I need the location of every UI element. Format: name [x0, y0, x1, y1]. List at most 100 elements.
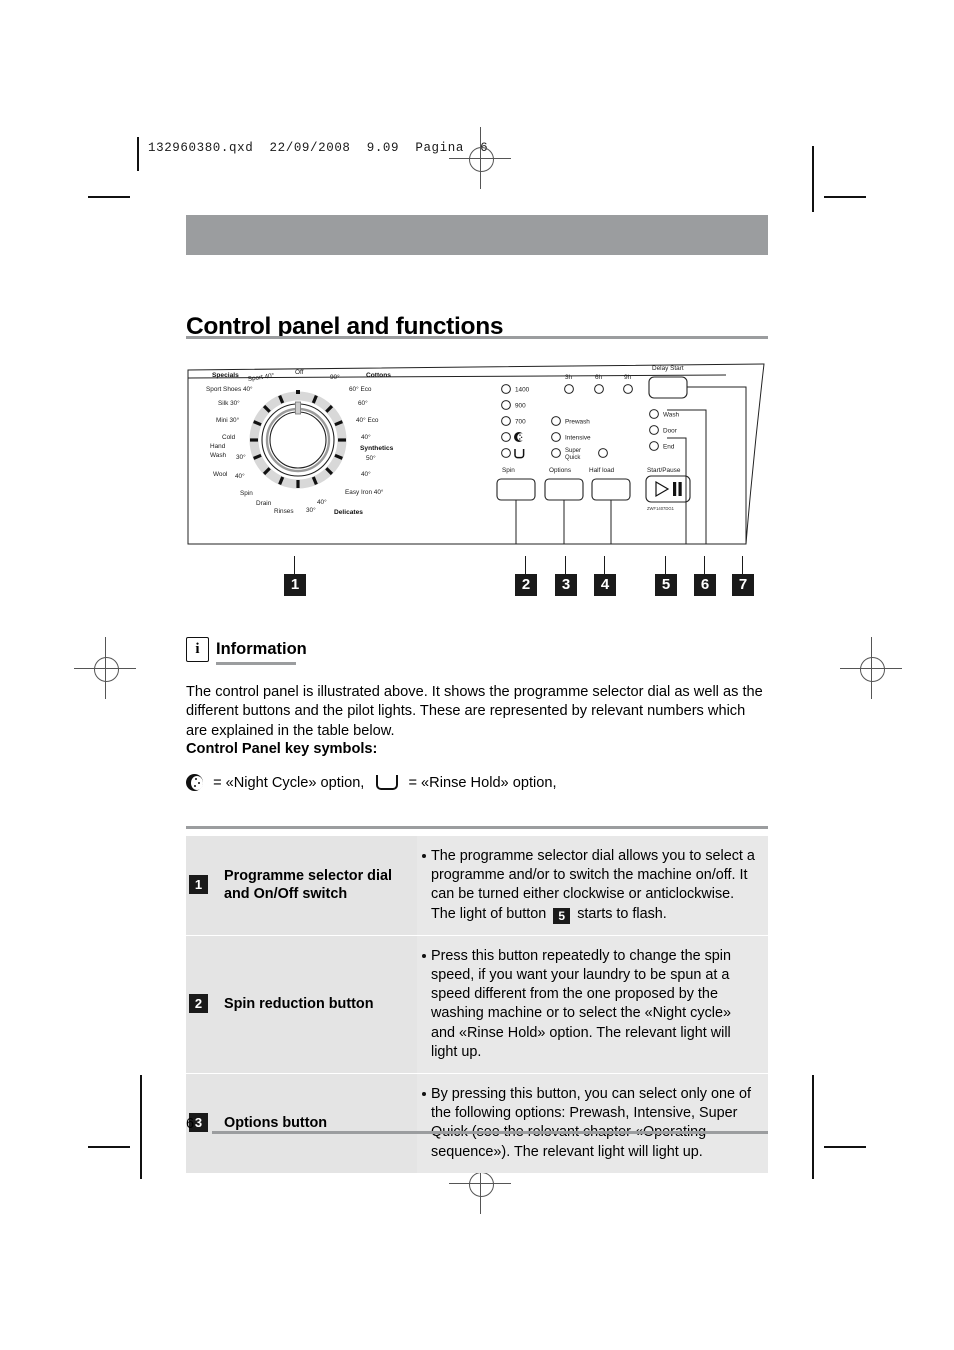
- option-label-prewash: Prewash: [565, 419, 590, 426]
- dial-group-synthetics: Synthetics: [360, 445, 394, 452]
- callout-stem-2: [525, 556, 527, 574]
- night-cycle-text: = «Night Cycle» option,: [213, 774, 365, 791]
- top-gray-banner: [186, 215, 768, 255]
- rinse-hold-icon: [514, 449, 525, 459]
- dial-label-handwash-30: 30°: [236, 453, 246, 461]
- row-number-1: 1: [189, 875, 208, 895]
- table-row: 2 Spin reduction button Press this butto…: [186, 935, 768, 1075]
- half-load-button: [591, 478, 631, 501]
- dial-label-30: 30°: [306, 506, 316, 514]
- title-rule: [186, 336, 768, 339]
- delay-label-6h: 6h: [595, 374, 603, 381]
- dial-label-rinses: Rinses: [274, 508, 294, 515]
- dial-label-50: 50°: [366, 454, 376, 462]
- status-label-wash: Wash: [663, 412, 680, 419]
- callout-stem-6: [704, 556, 706, 574]
- dial-label-40c: 40°: [361, 470, 371, 478]
- dial-label-off: Off: [295, 369, 304, 376]
- spin-indicator-group: 1400 900 700 Spin: [501, 384, 530, 474]
- crop-mark-tl-h: [88, 196, 130, 198]
- model-code: ZWF1407DG1: [647, 506, 675, 511]
- half-load-label: Half load: [589, 467, 615, 474]
- crop-mark-br-h: [824, 1146, 866, 1148]
- dial-label-40d: 40°: [317, 498, 327, 506]
- crop-mark-bl-h: [88, 1146, 130, 1148]
- spin-group-label: Spin: [502, 467, 515, 474]
- dial-group-cottons: Cottons: [366, 372, 391, 379]
- dial-label-sport40: Sport 40°: [247, 371, 275, 383]
- row-number-cell: 1: [186, 836, 212, 935]
- callout-number-7: 7: [732, 574, 754, 596]
- dial-group-delicates: Delicates: [334, 509, 363, 516]
- row-label-1: Programme selector dial and On/Off switc…: [212, 836, 417, 935]
- options-group-label: Options: [549, 467, 571, 474]
- rinse-hold-icon: [376, 775, 399, 790]
- row-number-2: 2: [189, 994, 208, 1014]
- dial-label-drain: Drain: [256, 500, 272, 507]
- half-load-group: Half load: [589, 448, 615, 474]
- status-label-door: Door: [663, 428, 678, 435]
- callout-number-4: 4: [594, 574, 616, 596]
- row-desc-part2: starts to flash.: [577, 905, 667, 922]
- key-symbols-line: = «Night Cycle» option, = «Rinse Hold» o…: [186, 774, 770, 800]
- dial-label-cold: Cold: [222, 434, 236, 441]
- control-panel-illustration: .lbl{font-family:"Liberation Sans",sans-…: [186, 348, 768, 556]
- option-label-intensive: Intensive: [565, 435, 591, 442]
- dial-label-wool: Wool: [213, 471, 227, 478]
- info-icon: i: [186, 637, 209, 662]
- header-rule: [137, 137, 139, 171]
- information-title: Information: [216, 640, 307, 658]
- information-underline: [216, 662, 296, 666]
- dial-group-specials: Specials: [212, 372, 239, 379]
- crop-mark-tr-v: [812, 146, 814, 212]
- callout-stem-1: [294, 556, 296, 574]
- row-desc-2: Press this button repeatedly to change t…: [431, 947, 731, 1060]
- row-label-3: Options button: [212, 1074, 417, 1173]
- start-pause-label: Start/Pause: [647, 467, 681, 474]
- registration-mark-left: [74, 637, 136, 699]
- callout-stem-3: [565, 556, 567, 574]
- delay-start-title: Delay Start: [652, 365, 684, 372]
- delay-label-3h: 3h: [565, 374, 573, 381]
- delay-start-group: 3h 6h 9h Delay Start: [564, 365, 688, 399]
- option-label-superquick-1: Super: [565, 448, 581, 454]
- inline-badge-5: 5: [553, 907, 571, 924]
- dial-label-mini30: Mini 30°: [216, 416, 240, 424]
- callout-number-2: 2: [515, 574, 537, 596]
- row-description-3: By pressing this button, you can select …: [417, 1074, 768, 1173]
- information-body: The control panel is illustrated above. …: [186, 683, 763, 739]
- table-row: 3 Options button By pressing this button…: [186, 1074, 768, 1173]
- night-cycle-icon: [514, 432, 525, 442]
- option-label-superquick-2: Quick: [565, 455, 581, 461]
- dial-label-handwash-1: Hand: [210, 443, 226, 450]
- row-number-cell: 2: [186, 935, 212, 1074]
- bullet-icon: [422, 854, 426, 858]
- dial-label-sportshoes40: Sport Shoes 40°: [206, 385, 253, 393]
- callout-stem-7: [742, 556, 744, 574]
- dial-label-40b: 40°: [361, 433, 371, 441]
- delay-label-9h: 9h: [624, 374, 632, 381]
- rinse-hold-text: = «Rinse Hold» option,: [408, 774, 557, 791]
- callout-number-3: 3: [555, 574, 577, 596]
- registration-mark-top: [449, 127, 511, 189]
- footer-rule: [212, 1131, 768, 1134]
- bullet-icon: [422, 953, 426, 958]
- callout-stem-5: [665, 556, 667, 574]
- start-pause-button: [645, 475, 691, 503]
- table-row: 1 Programme selector dial and On/Off swi…: [186, 836, 768, 936]
- crop-mark-bl-v: [140, 1075, 142, 1179]
- page-number: 6: [186, 1116, 195, 1132]
- row-desc-3: By pressing this button, you can select …: [431, 1086, 751, 1160]
- row-description-2: Press this button repeatedly to change t…: [417, 935, 768, 1074]
- options-indicator-group: Prewash Intensive Super Quick Options: [549, 416, 591, 474]
- night-cycle-icon: [186, 774, 203, 791]
- spin-label-700: 700: [515, 419, 526, 426]
- dial-label-40eco: 40° Eco: [356, 416, 379, 424]
- dial-label-easyiron40: Easy Iron 40°: [345, 488, 384, 496]
- key-symbols-heading: Control Panel key symbols:: [186, 741, 378, 757]
- row-description-1: The programme selector dial allows you t…: [417, 836, 768, 935]
- dial-label-wool40: 40°: [235, 472, 245, 480]
- dial-label-handwash-2: Wash: [210, 452, 227, 459]
- functions-table: 1 Programme selector dial and On/Off swi…: [186, 826, 768, 1173]
- options-button: [544, 478, 584, 501]
